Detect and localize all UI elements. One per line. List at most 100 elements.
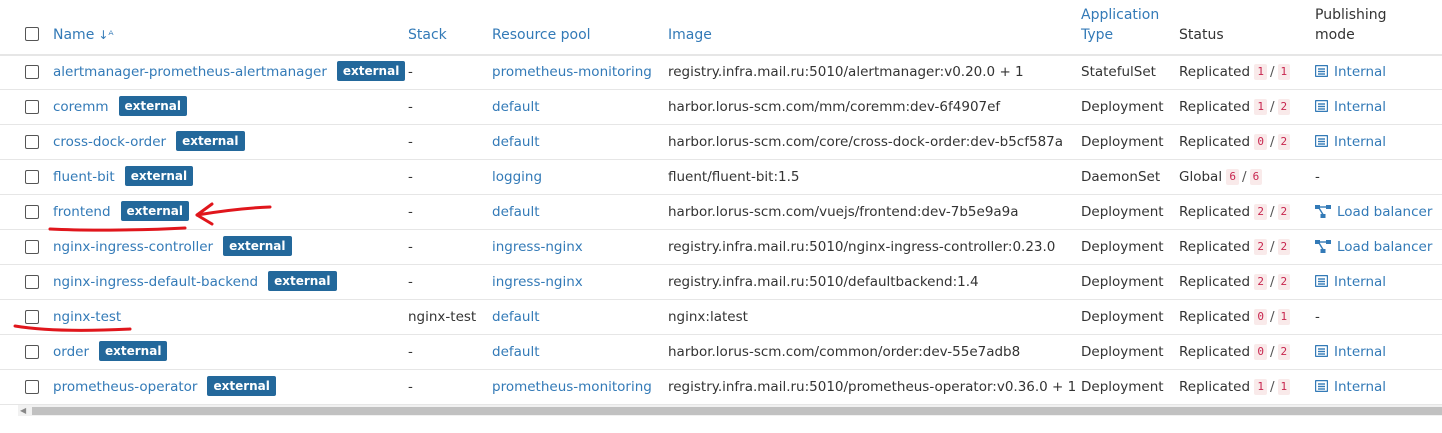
select-all-checkbox[interactable] [25,27,39,41]
name-cell: nginx-ingress-default-backend external [53,265,337,300]
publishing-mode-cell: - [1315,169,1320,185]
table-row: cross-dock-order external - default harbor.l… [0,125,1442,160]
horizontal-scrollbar-thumb[interactable] [32,407,1442,415]
service-name-link[interactable]: order [53,344,89,360]
name-cell: coremm external [53,90,187,125]
row-checkbox[interactable] [25,170,39,184]
column-header-stack[interactable]: Stack [408,25,447,45]
service-name-link[interactable]: nginx-test [53,309,121,325]
publishing-mode-link[interactable]: Load balancer [1315,230,1432,265]
image-cell: fluent/fluent-bit:1.5 [668,169,800,185]
image-cell: registry.infra.mail.ru:5010/nginx-ingres… [668,239,1056,255]
service-name-link[interactable]: coremm [53,99,109,115]
column-header-resource-pool[interactable]: Resource pool [492,25,591,45]
application-type-cell: Deployment [1081,239,1164,255]
row-checkbox[interactable] [25,100,39,114]
name-cell: fluent-bit external [53,160,194,195]
resource-pool-link[interactable]: ingress-nginx [492,265,583,300]
service-name-link[interactable]: frontend [53,204,111,220]
resource-pool-link[interactable]: default [492,90,540,125]
resource-pool-link[interactable]: default [492,300,540,335]
list-icon [1315,64,1334,80]
external-badge: external [118,96,187,116]
row-checkbox[interactable] [25,310,39,324]
table-row: alertmanager-prometheus-alertmanager exte… [0,55,1442,90]
count-separator: / [1269,309,1275,325]
table-row: nginx-ingress-default-backend external - in… [0,265,1442,300]
name-cell: alertmanager-prometheus-alertmanager exte… [53,55,406,90]
running-count: 0 [1254,309,1267,325]
list-icon [1315,344,1334,360]
name-cell: cross-dock-order external [53,125,245,160]
service-name-link[interactable]: alertmanager-prometheus-alertmanager [53,64,327,80]
total-count: 2 [1277,99,1291,115]
row-checkbox[interactable] [25,380,39,394]
stack-cell: nginx-test [408,309,477,325]
count-separator: / [1269,239,1275,255]
row-checkbox[interactable] [25,205,39,219]
sort-alpha-icon[interactable]: ↓ᴬ [98,25,113,45]
name-cell: nginx-ingress-controller external [53,230,292,265]
count-separator: / [1269,134,1275,150]
resource-pool-link[interactable]: ingress-nginx [492,230,583,265]
image-cell: harbor.lorus-scm.com/common/order:dev-55… [668,344,1021,360]
list-icon [1315,274,1334,290]
total-count: 1 [1277,309,1291,325]
total-count: 1 [1277,64,1291,80]
resource-pool-link[interactable]: default [492,195,540,230]
publishing-mode-label: Internal [1334,134,1387,150]
status-text: Replicated [1179,134,1251,150]
application-type-cell: Deployment [1081,379,1164,395]
table-row: prometheus-operator external - prometheus-m… [0,370,1442,405]
stack-cell: - [408,99,413,115]
resource-pool-link[interactable]: logging [492,160,542,195]
resource-pool-link[interactable]: default [492,125,540,160]
external-badge: external [176,131,245,151]
row-checkbox[interactable] [25,65,39,79]
publishing-mode-label: Internal [1334,274,1387,290]
status-cell: Replicated 2/2 [1179,195,1291,230]
service-name-link[interactable]: nginx-ingress-controller [53,239,213,255]
stack-cell: - [408,379,413,395]
running-count: 6 [1226,169,1239,185]
publishing-mode-link[interactable]: Internal [1315,90,1386,125]
table-row: coremm external - default harbor.lorus-scm.c… [0,90,1442,125]
list-icon [1315,99,1334,115]
status-cell: Replicated 1/1 [1179,370,1291,405]
column-header-application-type[interactable]: Application Type [1081,5,1159,45]
running-count: 2 [1254,274,1267,290]
column-header-image[interactable]: Image [668,25,712,45]
service-name-link[interactable]: fluent-bit [53,169,115,185]
image-cell: harbor.lorus-scm.com/mm/coremm:dev-6f490… [668,99,1001,115]
application-type-cell: Deployment [1081,344,1164,360]
application-type-cell: StatefulSet [1081,64,1156,80]
status-cell: Replicated 0/1 [1179,300,1291,335]
publishing-mode-link[interactable]: Internal [1315,125,1386,160]
total-count: 2 [1277,134,1291,150]
service-name-link[interactable]: cross-dock-order [53,134,166,150]
resource-pool-link[interactable]: prometheus-monitoring [492,55,652,90]
row-checkbox[interactable] [25,240,39,254]
publishing-mode-link[interactable]: Internal [1315,265,1386,300]
list-icon [1315,134,1334,150]
resource-pool-link[interactable]: prometheus-monitoring [492,370,652,405]
table-header: Name ↓ᴬ Stack Resource pool Image Applica… [0,0,1442,56]
publishing-mode-link[interactable]: Internal [1315,335,1386,370]
status-cell: Global 6/6 [1179,160,1263,195]
column-header-status: Status [1179,27,1224,43]
publishing-mode-link[interactable]: Internal [1315,370,1386,405]
total-count: 2 [1277,344,1291,360]
row-checkbox[interactable] [25,275,39,289]
publishing-mode-label: Internal [1334,379,1387,395]
publishing-mode-label: Internal [1334,99,1387,115]
service-name-link[interactable]: nginx-ingress-default-backend [53,274,258,290]
service-name-link[interactable]: prometheus-operator [53,379,197,395]
scroll-left-arrow-icon[interactable]: ◀ [20,406,26,416]
row-checkbox[interactable] [25,345,39,359]
status-text: Replicated [1179,64,1251,80]
publishing-mode-link[interactable]: Internal [1315,55,1386,90]
column-header-name[interactable]: Name ↓ᴬ [53,25,114,45]
publishing-mode-link[interactable]: Load balancer [1315,195,1432,230]
resource-pool-link[interactable]: default [492,335,540,370]
row-checkbox[interactable] [25,135,39,149]
